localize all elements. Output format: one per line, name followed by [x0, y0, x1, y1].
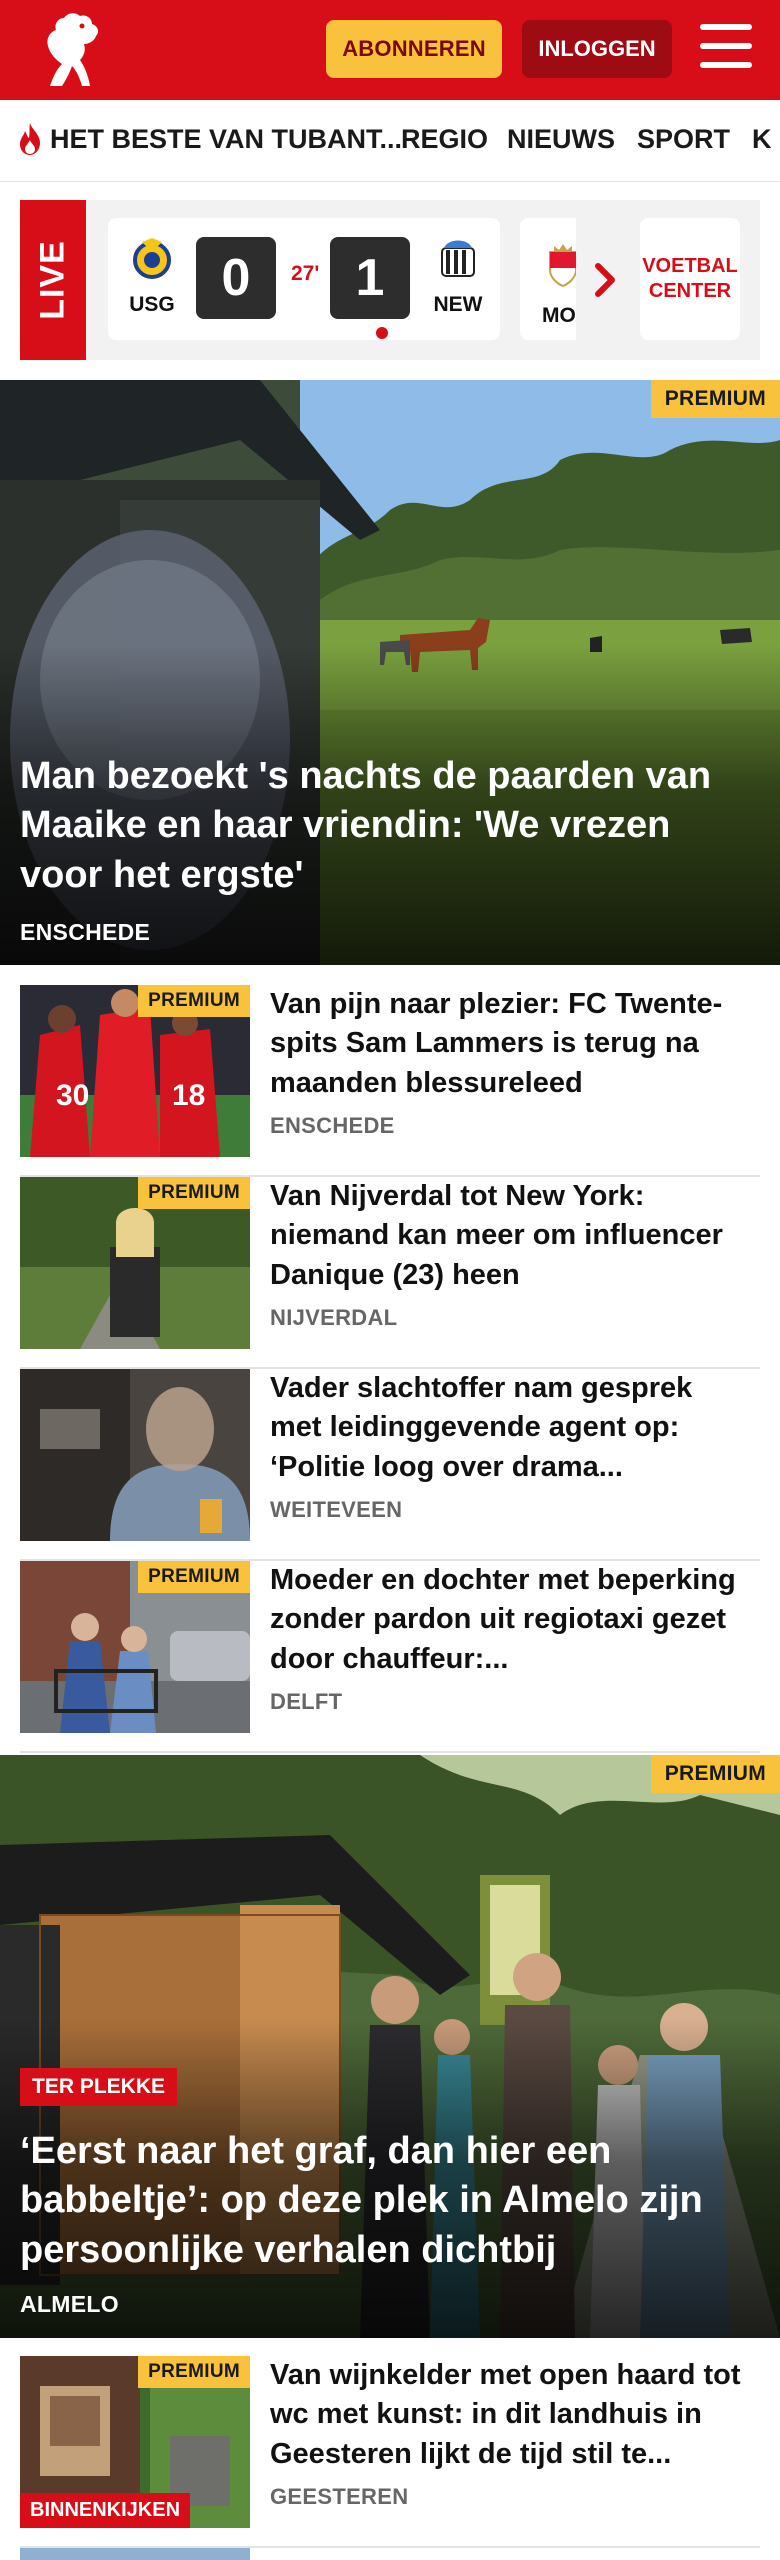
home-score: 0 — [196, 237, 276, 319]
ter-plekke-label: TER PLEKKE — [20, 2068, 178, 2106]
thumbnail-country-house: PREMIUM BINNENKIJKEN — [20, 2356, 250, 2528]
svg-text:18: 18 — [172, 1079, 205, 1112]
nav-item-best-of-tubantia[interactable]: HET BESTE VAN TUBANT... — [50, 124, 402, 155]
premium-badge: PREMIUM — [650, 380, 780, 418]
article-headline[interactable]: Van wijnkelder met open haard tot wc met… — [270, 2356, 750, 2474]
next-match-card[interactable]: MO — [520, 218, 576, 340]
site-header: ABONNEREN INLOGGEN — [0, 0, 780, 100]
svg-text:30: 30 — [56, 1079, 89, 1112]
list-item-partial[interactable] — [20, 2548, 760, 2560]
live-scores-bar: LIVE USG 0 27' 1 NEW MO VOETBAL CENTER — [20, 200, 760, 360]
thumbnail-football: 30 18 PREMIUM — [20, 985, 250, 1157]
match-minute: 27' — [291, 262, 320, 285]
live-tag: LIVE — [20, 200, 86, 360]
thumbnail-influencer: PREMIUM — [20, 1177, 250, 1349]
hero-headline[interactable]: Man bezoekt 's nachts de paarden van Maa… — [20, 752, 750, 900]
premium-badge: PREMIUM — [650, 1755, 780, 1793]
recent-goal-indicator — [376, 327, 388, 339]
away-score: 1 — [330, 237, 410, 319]
hero-location: ALMELO — [20, 2291, 119, 2317]
newcastle-crest-icon — [441, 240, 475, 277]
live-match-card[interactable]: USG 0 27' 1 NEW — [108, 218, 500, 340]
list-item[interactable]: 30 18 PREMIUM Van pijn naar plezier: FC … — [20, 985, 760, 1177]
premium-badge: PREMIUM — [138, 1177, 250, 1209]
thumbnail-partial — [20, 2548, 250, 2560]
login-button[interactable]: INLOGGEN — [522, 20, 672, 78]
hero-article-horses[interactable]: PREMIUM Man bezoekt 's nachts de paarden… — [0, 380, 780, 965]
article-location: GEESTEREN — [270, 2484, 409, 2509]
premium-badge: PREMIUM — [138, 2356, 250, 2388]
thumbnail-father — [20, 1369, 250, 1541]
hero-article-almelo[interactable]: PREMIUM TER PLEKKE ‘Eerst naar het graf,… — [0, 1755, 780, 2338]
list-item[interactable]: Vader slachtoffer nam gesprek met leidin… — [20, 1369, 760, 1561]
article-location: NIJVERDAL — [270, 1305, 398, 1330]
article-headline[interactable]: Vader slachtoffer nam gesprek met leidin… — [270, 1369, 750, 1487]
next-match-home-code: MO — [542, 304, 576, 327]
section-nav: HET BESTE VAN TUBANT... REGIO NIEUWS SPO… — [0, 100, 780, 182]
hero-location: ENSCHEDE — [20, 919, 151, 945]
nav-item-nieuws[interactable]: NIEUWS — [507, 124, 615, 155]
article-location: DELFT — [270, 1689, 343, 1714]
article-location: ENSCHEDE — [270, 1113, 395, 1138]
subscribe-button[interactable]: ABONNEREN — [326, 20, 502, 78]
article-headline[interactable]: Van Nijverdal tot New York: niemand kan … — [270, 1177, 750, 1295]
list-item[interactable]: PREMIUM Moeder en dochter met beperking … — [20, 1561, 760, 1753]
hamburger-menu-icon[interactable] — [700, 24, 752, 68]
article-headline[interactable]: Van pijn naar plezier: FC Twente-spits S… — [270, 985, 750, 1103]
thumbnail-mother-daughter: PREMIUM — [20, 1561, 250, 1733]
flame-icon — [20, 123, 40, 155]
article-location: WEITEVEEN — [270, 1497, 403, 1522]
away-club-code: NEW — [433, 293, 483, 316]
home-club-code: USG — [129, 293, 175, 316]
nav-item-sport[interactable]: SPORT — [637, 124, 730, 155]
away-club: NEW — [426, 236, 490, 317]
monaco-crest-icon — [549, 244, 576, 288]
binnenkijken-label: BINNENKIJKEN — [20, 2493, 191, 2528]
chevron-right-icon[interactable] — [592, 260, 620, 300]
home-club: USG — [120, 236, 184, 317]
usg-crest-icon — [133, 238, 171, 279]
horse-logo-icon[interactable] — [36, 8, 106, 92]
nav-item-regio[interactable]: REGIO — [401, 124, 488, 155]
list-item[interactable]: PREMIUM Van Nijverdal tot New York: niem… — [20, 1177, 760, 1369]
hero-headline[interactable]: ‘Eerst naar het graf, dan hier een babbe… — [20, 2127, 750, 2275]
voetbalcenter-button[interactable]: VOETBAL CENTER — [640, 218, 740, 340]
article-headline[interactable]: Moeder en dochter met beperking zonder p… — [270, 1561, 750, 1679]
premium-badge: PREMIUM — [138, 985, 250, 1017]
nav-item-truncated[interactable]: K — [752, 124, 772, 155]
list-item[interactable]: PREMIUM BINNENKIJKEN Van wijnkelder met … — [20, 2356, 760, 2548]
premium-badge: PREMIUM — [138, 1561, 250, 1593]
